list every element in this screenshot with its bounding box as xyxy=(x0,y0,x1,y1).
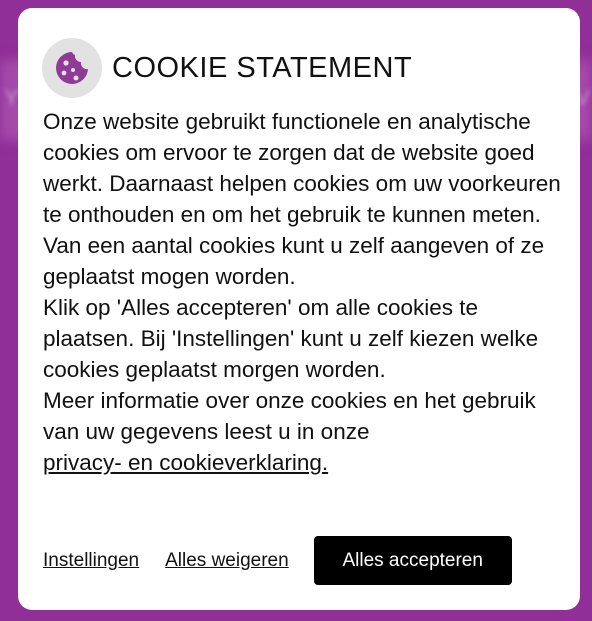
body-paragraph-3: Meer informatie over onze cookies en het… xyxy=(43,385,563,478)
accept-all-button[interactable]: Alles accepteren xyxy=(313,536,512,585)
body-paragraph-2: Klik op 'Alles accepteren' om alle cooki… xyxy=(43,295,539,382)
cookie-dialog: COOKIE STATEMENT Onze website gebruikt f… xyxy=(18,8,580,610)
body-paragraph-1: Onze website gebruikt functionele en ana… xyxy=(43,109,561,289)
dialog-title: COOKIE STATEMENT xyxy=(112,51,413,84)
backdrop-glyph-left: Y xyxy=(4,85,19,110)
settings-button[interactable]: Instellingen xyxy=(43,550,139,572)
privacy-link[interactable]: privacy- en cookieverklaring. xyxy=(43,450,328,475)
dialog-header: COOKIE STATEMENT xyxy=(42,38,412,98)
body-paragraph-3-text: Meer informatie over onze cookies en het… xyxy=(43,388,536,444)
dialog-body: Onze website gebruikt functionele en ana… xyxy=(43,106,563,478)
cookie-icon xyxy=(42,38,102,98)
dialog-actions: Instellingen Alles weigeren Alles accept… xyxy=(43,536,512,585)
reject-all-button[interactable]: Alles weigeren xyxy=(165,550,289,572)
